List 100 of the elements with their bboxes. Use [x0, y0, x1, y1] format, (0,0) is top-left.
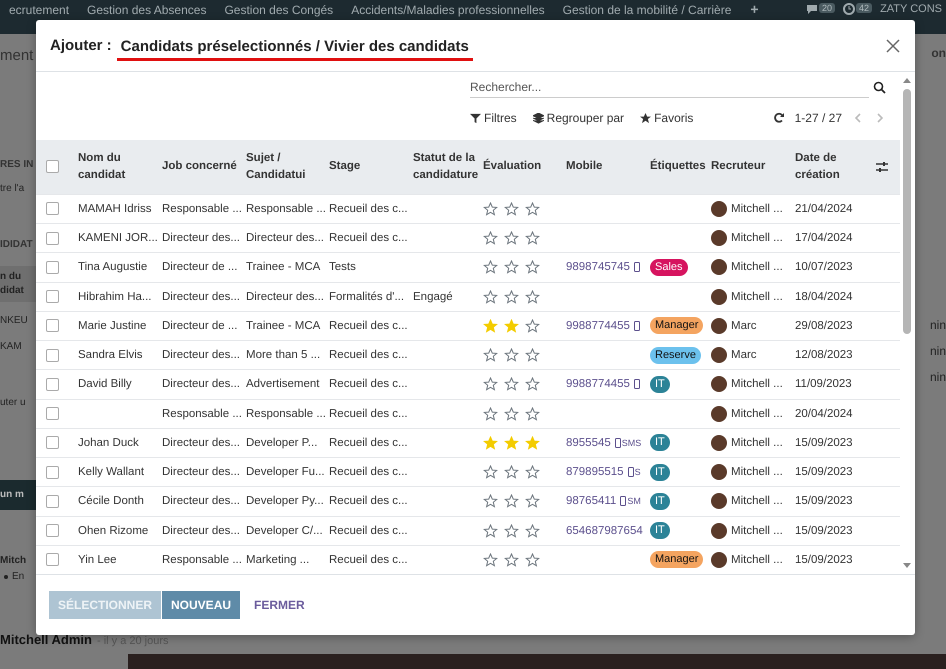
star-icon[interactable]	[504, 524, 519, 538]
scroll-down-icon[interactable]	[903, 563, 911, 568]
star-icon[interactable]	[483, 524, 498, 538]
menu-item[interactable]: Accidents/Maladies professionnelles	[342, 3, 554, 17]
phone-icon[interactable]	[628, 467, 634, 478]
checkbox[interactable]	[46, 290, 59, 304]
star-icon[interactable]	[504, 231, 519, 246]
star-icon[interactable]	[504, 465, 519, 480]
phone-icon[interactable]	[620, 496, 626, 506]
rating-stars[interactable]	[483, 552, 540, 567]
rating-stars[interactable]	[483, 406, 540, 421]
sms-link[interactable]: SMS	[622, 438, 642, 448]
star-icon[interactable]	[504, 494, 519, 508]
rating-stars[interactable]	[483, 494, 540, 508]
star-icon[interactable]	[504, 202, 519, 216]
star-icon[interactable]	[525, 465, 540, 480]
checkbox[interactable]	[46, 260, 59, 274]
star-icon[interactable]	[525, 494, 540, 508]
filter-button[interactable]: Filtres	[470, 111, 517, 125]
star-icon[interactable]	[483, 348, 498, 362]
checkbox[interactable]	[46, 160, 59, 174]
star-icon[interactable]	[525, 260, 540, 274]
checkbox[interactable]	[46, 378, 59, 391]
star-icon[interactable]	[483, 202, 498, 216]
company-name[interactable]: ZATY CONS	[880, 3, 942, 15]
column-header[interactable]: Mobile	[566, 158, 602, 176]
star-icon[interactable]	[504, 348, 519, 362]
checkbox[interactable]	[46, 202, 59, 216]
star-icon[interactable]	[483, 260, 498, 274]
column-header[interactable]: Job concerné	[162, 158, 237, 176]
star-icon[interactable]	[483, 377, 498, 392]
column-header[interactable]: Évaluation	[483, 158, 542, 176]
phone-number[interactable]: 9988774455	[566, 320, 630, 332]
add-menu-item[interactable]: +	[740, 3, 769, 16]
star-icon[interactable]	[504, 377, 519, 392]
settings-icon[interactable]	[875, 160, 889, 174]
checkbox[interactable]	[46, 524, 59, 538]
checkbox[interactable]	[46, 348, 59, 362]
search-icon[interactable]	[873, 81, 886, 94]
star-icon[interactable]	[525, 348, 540, 362]
star-icon[interactable]	[525, 231, 540, 246]
close-icon[interactable]	[885, 38, 901, 54]
rating-stars[interactable]	[483, 524, 540, 538]
phone-number[interactable]: 8955545	[566, 436, 611, 449]
phone-number[interactable]: 9988774455	[566, 378, 630, 390]
dialog-button[interactable]: NOUVEAU	[162, 591, 240, 619]
phone-number[interactable]: 654687987654	[566, 524, 643, 537]
rating-stars[interactable]	[483, 318, 540, 333]
checkbox[interactable]	[46, 407, 59, 420]
column-header[interactable]: Nom du candidat	[78, 150, 154, 184]
rating-stars[interactable]	[483, 377, 540, 392]
phone-icon[interactable]	[634, 320, 640, 331]
dialog-button[interactable]: FERMER	[245, 591, 314, 619]
menu-item[interactable]: Gestion des Congés	[215, 3, 342, 17]
checkbox[interactable]	[46, 466, 59, 479]
star-icon[interactable]	[525, 406, 540, 421]
star-icon[interactable]	[525, 524, 540, 538]
phone-icon[interactable]	[634, 262, 640, 272]
star-icon[interactable]	[483, 231, 498, 246]
menu-item[interactable]: Gestion de la mobilité / Carrière	[554, 3, 740, 17]
star-icon[interactable]	[504, 406, 519, 421]
star-icon[interactable]	[504, 290, 519, 304]
column-header[interactable]: Sujet / Candidatui	[246, 150, 321, 184]
phone-icon[interactable]	[614, 438, 621, 448]
rating-stars[interactable]	[483, 348, 540, 362]
menu-item[interactable]: Gestion des Absences	[78, 3, 216, 17]
star-icon[interactable]	[525, 318, 540, 333]
checkbox[interactable]	[46, 319, 59, 332]
star-icon[interactable]	[525, 202, 540, 216]
refresh-icon[interactable]	[772, 112, 785, 124]
phone-icon[interactable]	[634, 379, 640, 390]
checkbox[interactable]	[46, 232, 59, 245]
star-icon[interactable]	[525, 290, 540, 304]
star-icon[interactable]	[483, 494, 498, 508]
phone-number[interactable]: 879895515	[566, 466, 624, 478]
clock-icon[interactable]	[843, 3, 856, 15]
star-icon[interactable]	[483, 406, 498, 421]
filter-button[interactable]: Regrouper par	[532, 111, 624, 125]
star-icon[interactable]	[504, 552, 519, 567]
sms-link[interactable]: S	[634, 467, 641, 478]
column-header[interactable]: Date de création	[795, 150, 867, 184]
star-icon[interactable]	[525, 377, 540, 392]
rating-stars[interactable]	[483, 465, 540, 480]
star-icon[interactable]	[525, 552, 540, 567]
star-icon[interactable]	[483, 290, 498, 304]
column-header[interactable]: Stage	[329, 158, 360, 176]
scroll-up-icon[interactable]	[903, 78, 911, 83]
menu-item[interactable]: ecrutement	[0, 3, 78, 17]
column-header[interactable]: Étiquettes	[650, 158, 706, 176]
rating-stars[interactable]	[483, 202, 540, 216]
star-icon[interactable]	[483, 552, 498, 567]
column-header[interactable]: Statut de la candidature	[413, 150, 478, 184]
rating-stars[interactable]	[483, 290, 540, 304]
phone-number[interactable]: 98765411	[566, 495, 616, 508]
column-header[interactable]: Recruteur	[711, 158, 766, 176]
filter-button[interactable]: Favoris	[640, 111, 694, 125]
rating-stars[interactable]	[483, 260, 540, 274]
checkbox[interactable]	[46, 436, 59, 450]
checkbox[interactable]	[46, 553, 59, 566]
sms-link[interactable]: SM	[627, 496, 641, 506]
